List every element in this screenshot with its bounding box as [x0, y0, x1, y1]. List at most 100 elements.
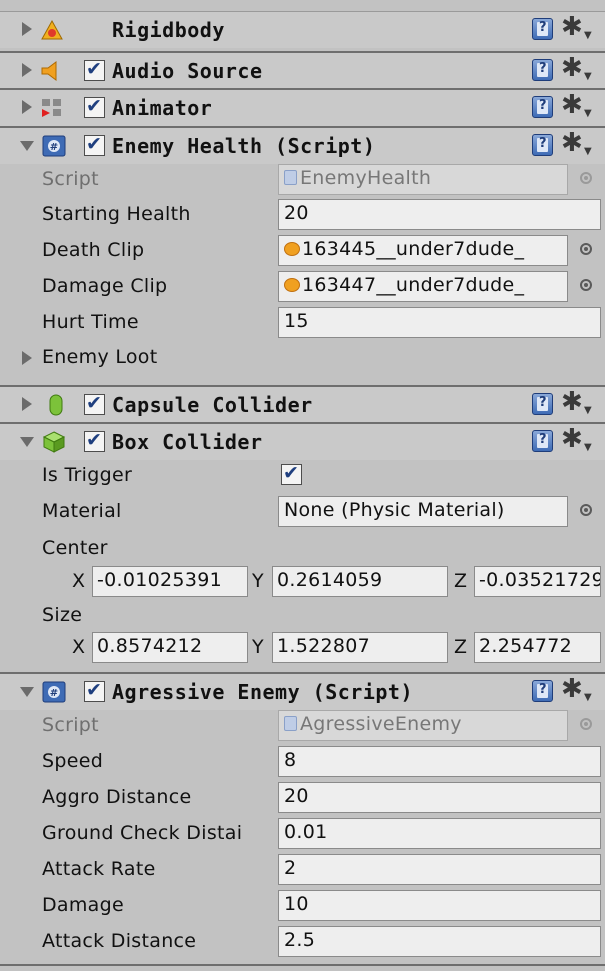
rigidbody-icon — [41, 19, 63, 40]
gear-icon[interactable]: ✱ — [561, 675, 583, 703]
dropdown-arrow-icon: ▼ — [584, 405, 592, 416]
object-picker-icon[interactable] — [580, 279, 592, 291]
component-header-rigidbody[interactable]: Rigidbody ✱▼ — [0, 11, 605, 48]
audio-clip-icon — [284, 278, 300, 292]
script-icon: # — [42, 135, 66, 157]
script-icon: # — [42, 681, 66, 703]
size-vector-row: X 0.8574212 Y 1.522807 Z 2.254772 — [0, 630, 605, 666]
property-label: Enemy Loot — [42, 346, 158, 368]
script-field: AgressiveEnemy — [278, 710, 568, 741]
gear-icon[interactable]: ✱ — [561, 13, 583, 41]
property-row-aggro-distance: Aggro Distance 20 — [0, 780, 605, 816]
property-label: Material — [42, 500, 122, 522]
gear-icon[interactable]: ✱ — [561, 129, 583, 157]
help-book-icon[interactable] — [532, 59, 553, 81]
property-label: Hurt Time — [42, 311, 139, 333]
foldout-open-icon[interactable] — [20, 141, 34, 151]
hurt-time-field[interactable]: 15 — [278, 307, 601, 338]
aggro-distance-field[interactable]: 20 — [278, 782, 601, 813]
material-field[interactable]: None (Physic Material) — [278, 496, 568, 527]
property-label: Damage Clip — [42, 275, 168, 297]
foldout-closed-icon[interactable] — [22, 22, 32, 36]
help-book-icon[interactable] — [532, 96, 553, 118]
dropdown-arrow-icon: ▼ — [584, 146, 592, 157]
property-row-hurt-time: Hurt Time 15 — [0, 305, 605, 341]
enable-checkbox[interactable] — [84, 58, 105, 81]
property-label: Starting Health — [42, 203, 191, 225]
help-book-icon[interactable] — [532, 430, 553, 452]
enable-checkbox[interactable] — [84, 679, 105, 702]
component-header-enemy-health[interactable]: # Enemy Health (Script) ✱▼ — [0, 126, 605, 164]
center-y-field[interactable]: 0.2614059 — [272, 566, 448, 597]
help-book-icon[interactable] — [532, 134, 553, 156]
starting-health-field[interactable]: 20 — [278, 199, 601, 230]
capsule-collider-icon — [49, 394, 63, 416]
axis-label-y: Y — [252, 570, 264, 592]
foldout-closed-icon[interactable] — [22, 397, 32, 411]
axis-label-z: Z — [454, 570, 468, 592]
foldout-open-icon[interactable] — [20, 437, 34, 447]
component-header-animator[interactable]: Animator ✱▼ — [0, 88, 605, 126]
speed-field[interactable]: 8 — [278, 746, 601, 777]
component-header-capsule-collider[interactable]: Capsule Collider ✱▼ — [0, 385, 605, 423]
help-book-icon[interactable] — [532, 18, 553, 40]
damage-clip-field[interactable]: 163447__under7dude_ — [278, 271, 568, 302]
component-header-audio-source[interactable]: Audio Source ✱▼ — [0, 51, 605, 89]
death-clip-field[interactable]: 163445__under7dude_ — [278, 235, 568, 266]
animator-icon — [42, 99, 61, 117]
foldout-closed-icon[interactable] — [22, 63, 32, 77]
audio-clip-icon — [284, 242, 300, 256]
gear-icon[interactable]: ✱ — [561, 54, 583, 82]
object-picker-icon[interactable] — [580, 243, 592, 255]
help-book-icon[interactable] — [532, 680, 553, 702]
component-header-agressive-enemy[interactable]: # Agressive Enemy (Script) ✱▼ — [0, 672, 605, 710]
property-label: Attack Rate — [42, 858, 156, 880]
inspector-panel: Rigidbody ✱▼ Audio Source ✱▼ Animator ✱▼ — [0, 0, 605, 971]
component-title: Audio Source — [112, 59, 263, 83]
enable-checkbox[interactable] — [84, 95, 105, 118]
enable-checkbox[interactable] — [84, 392, 105, 415]
center-x-field[interactable]: -0.01025391 — [92, 566, 248, 597]
foldout-closed-icon[interactable] — [22, 351, 32, 365]
property-label: Aggro Distance — [42, 786, 192, 808]
dropdown-arrow-icon: ▼ — [584, 71, 592, 82]
center-z-field[interactable]: -0.03521729 — [474, 566, 601, 597]
component-header-box-collider[interactable]: Box Collider ✱▼ — [0, 422, 605, 460]
axis-label-y: Y — [252, 636, 264, 658]
size-y-field[interactable]: 1.522807 — [272, 632, 448, 663]
component-title: Animator — [112, 96, 213, 120]
enable-checkbox[interactable] — [84, 429, 105, 452]
audio-source-icon — [41, 61, 57, 81]
axis-label-x: X — [72, 570, 86, 592]
foldout-closed-icon[interactable] — [22, 100, 32, 114]
size-x-field[interactable]: 0.8574212 — [92, 632, 248, 663]
component-title: Box Collider — [112, 430, 263, 454]
damage-field[interactable]: 10 — [278, 890, 601, 921]
object-picker-icon[interactable] — [580, 504, 592, 516]
property-label: Size — [42, 604, 83, 626]
property-label: Attack Distance — [42, 930, 197, 952]
svg-text:#: # — [50, 688, 58, 699]
attack-distance-field[interactable]: 2.5 — [278, 926, 601, 957]
help-book-icon[interactable] — [532, 393, 553, 415]
gear-icon[interactable]: ✱ — [561, 388, 583, 416]
property-row-starting-health: Starting Health 20 — [0, 197, 605, 233]
property-label: Death Clip — [42, 239, 145, 261]
center-vector-row: X -0.01025391 Y 0.2614059 Z -0.03521729 — [0, 564, 605, 600]
gear-icon[interactable]: ✱ — [561, 425, 583, 453]
enable-checkbox[interactable] — [84, 133, 105, 156]
script-field: EnemyHealth — [278, 164, 568, 195]
property-label: Script — [42, 168, 99, 190]
component-title: Rigidbody — [112, 18, 225, 42]
property-row-enemy-loot[interactable]: Enemy Loot — [0, 340, 605, 376]
property-row-ground-check-distance: Ground Check Distai 0.01 — [0, 816, 605, 852]
gear-icon[interactable]: ✱ — [561, 91, 583, 119]
dropdown-arrow-icon: ▼ — [584, 108, 592, 119]
foldout-open-icon[interactable] — [20, 687, 34, 697]
object-picker-icon — [580, 172, 592, 184]
attack-rate-field[interactable]: 2 — [278, 854, 601, 885]
property-row-is-trigger: Is Trigger — [0, 458, 605, 494]
is-trigger-checkbox[interactable] — [281, 462, 302, 485]
ground-check-distance-field[interactable]: 0.01 — [278, 818, 601, 849]
size-z-field[interactable]: 2.254772 — [474, 632, 601, 663]
